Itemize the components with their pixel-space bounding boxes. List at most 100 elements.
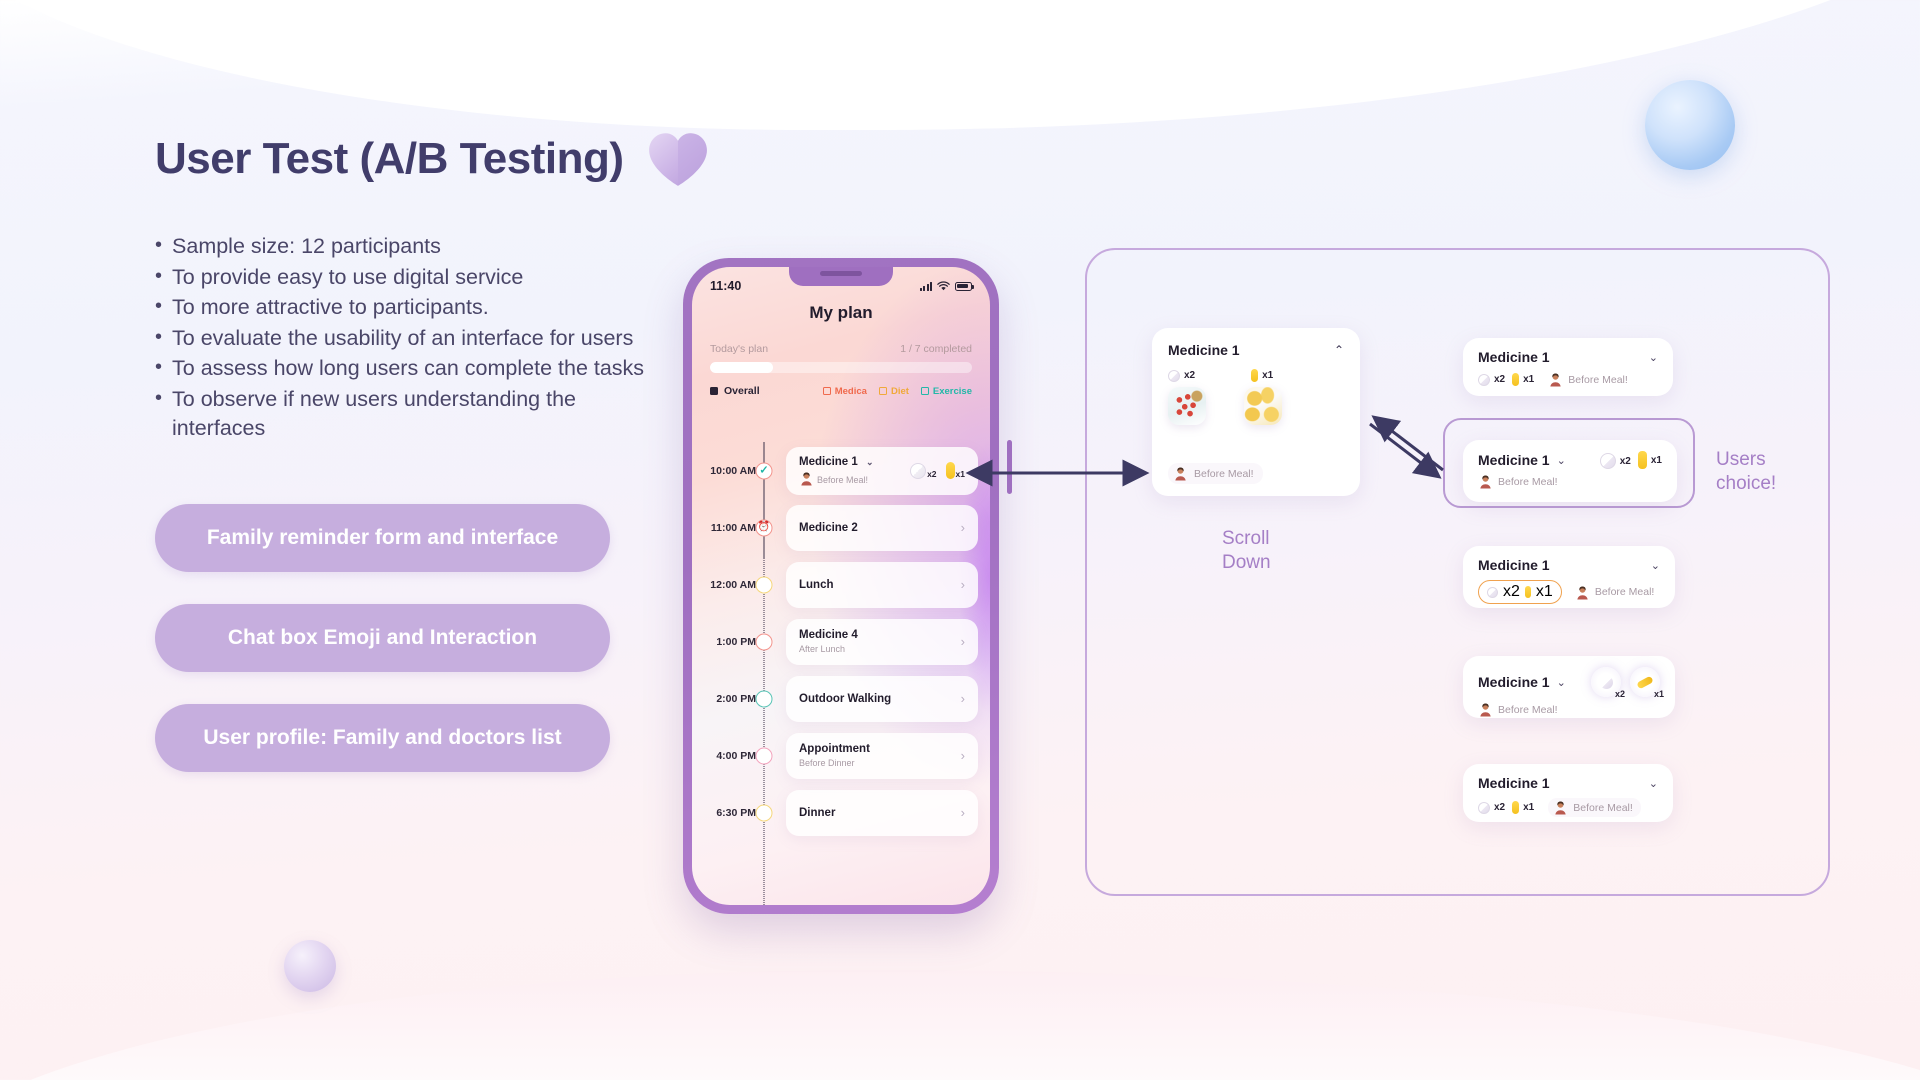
timeline-card-outdoor-walking[interactable]: Outdoor Walking ›: [786, 675, 978, 722]
chevron-down-icon[interactable]: ⌄: [1557, 454, 1566, 467]
meal-tag-label: Before Meal!: [1594, 586, 1655, 598]
bullet-dot: •: [155, 386, 163, 409]
legend-item-exercise[interactable]: Exercise: [920, 385, 972, 397]
bullet-dot: •: [155, 264, 163, 287]
yellow-pills-photo[interactable]: [1244, 387, 1282, 425]
white-pill-icon: [1599, 453, 1616, 469]
timeline-card-dinner[interactable]: Dinner ›: [786, 789, 978, 836]
chevron-down-icon[interactable]: ⌄: [1649, 777, 1658, 790]
scenario-button-family-reminder[interactable]: Family reminder form and interface: [155, 504, 610, 573]
timeline-row[interactable]: 4:00 PM Appointment Before Dinner ›: [692, 727, 990, 784]
timeline-card-appointment[interactable]: Appointment Before Dinner ›: [786, 732, 978, 779]
timeline-time: 2:00 PM: [716, 692, 756, 705]
timeline-card-lunch[interactable]: Lunch ›: [786, 561, 978, 608]
legend-item-label: Exercise: [932, 385, 972, 397]
timeline-row[interactable]: 12:00 AM Lunch ›: [692, 556, 990, 613]
annotation-users-choice: Users choice!: [1716, 448, 1776, 496]
chevron-up-icon[interactable]: ⌃: [1334, 343, 1344, 357]
timeline-card-text: Medicine 4 After Lunch: [799, 629, 858, 654]
annotation-line: Scroll: [1222, 528, 1270, 549]
scenario-button-chat-box[interactable]: Chat box Emoji and Interaction: [155, 604, 610, 673]
person-avatar-icon: [1550, 373, 1561, 387]
timeline-card-title: Medicine 4: [799, 629, 858, 641]
card-medicine-expanded[interactable]: Medicine 1 ⌃ x2 x1 Before Meal!: [1152, 328, 1360, 496]
meal-tag-label: Before Meal!: [1498, 703, 1558, 716]
list-item-label: To provide easy to use digital service: [172, 264, 524, 289]
variant-body: x2 x1 Before Meal!: [1478, 580, 1660, 604]
timeline-card-title: Appointment: [799, 743, 870, 755]
legend-item-medica[interactable]: Medica: [822, 385, 867, 397]
plan-legend: Overall Medica Diet Exercise: [710, 385, 972, 397]
timeline-time: 10:00 AM: [710, 464, 756, 477]
timeline-row[interactable]: 10:00 AM ✓ Medicine 1 ⌄ Before Meal! x2 …: [692, 442, 990, 499]
chevron-down-icon[interactable]: ⌄: [1557, 676, 1566, 689]
timeline-row[interactable]: 2:00 PM Outdoor Walking ›: [692, 670, 990, 727]
list-item-label: To assess how long users can complete th…: [172, 356, 645, 381]
timeline-row[interactable]: 1:00 PM Medicine 4 After Lunch ›: [692, 613, 990, 670]
timeline-card-medicine-4[interactable]: Medicine 4 After Lunch ›: [786, 618, 978, 665]
chevron-down-icon[interactable]: ⌄: [1649, 351, 1658, 364]
variant-title: Medicine 1: [1478, 557, 1550, 573]
meal-tag-label: Before Meal!: [1573, 801, 1633, 814]
card-variant-5[interactable]: Medicine 1 ⌄ x2 x1 Before Meal!: [1463, 764, 1673, 822]
person-avatar-icon: [1577, 586, 1588, 600]
list-item: • To provide easy to use digital service: [155, 263, 655, 292]
phone-side-button[interactable]: [1007, 440, 1012, 494]
chevron-right-icon[interactable]: ›: [961, 748, 965, 763]
phone-screen-title: My plan: [809, 303, 873, 322]
legend-item-label: Medica: [834, 385, 867, 397]
chevron-right-icon[interactable]: ›: [961, 520, 965, 535]
chevron-right-icon[interactable]: ›: [961, 805, 965, 820]
timeline-card-doses: x2 x1: [910, 462, 965, 479]
legend-overall[interactable]: Overall: [710, 385, 760, 397]
chevron-down-icon[interactable]: ⌄: [866, 457, 874, 467]
annotation-scroll-down: Scroll Down: [1222, 527, 1271, 575]
timeline-card-medicine-2[interactable]: Medicine 2 ›: [786, 504, 978, 551]
timeline-time: 6:30 PM: [716, 806, 756, 819]
card-variant-1[interactable]: Medicine 1 ⌄ x2 x1 Before Meal!: [1463, 338, 1673, 396]
card-variant-4[interactable]: Medicine 1 ⌄ x2 x1 Before Meal!: [1463, 656, 1675, 718]
dose-quantity: x1: [1535, 583, 1553, 600]
white-pill-icon: [1478, 801, 1490, 814]
timeline-time: 1:00 PM: [716, 635, 756, 648]
dose-yellow-capsule: x1: [1630, 667, 1664, 699]
meal-tag: Before Meal!: [1575, 585, 1655, 600]
list-item-label: To evaluate the usability of an interfac…: [172, 325, 634, 350]
variant-header: Medicine 1 ⌄: [1478, 557, 1660, 573]
person-avatar-icon: [1480, 703, 1491, 717]
annotation-line: Down: [1222, 551, 1271, 573]
chevron-right-icon[interactable]: ›: [961, 691, 965, 706]
scenario-button-user-profile[interactable]: User profile: Family and doctors list: [155, 704, 610, 773]
page-title: User Test (A/B Testing): [155, 134, 624, 183]
timeline-card-medicine-1[interactable]: Medicine 1 ⌄ Before Meal! x2 x1: [786, 446, 978, 495]
timeline-card-sub: Before Dinner: [799, 758, 855, 768]
dose-group: x2 x1: [1478, 373, 1534, 386]
timeline-card-title: Dinner: [799, 806, 836, 819]
white-pill-icon: [1168, 369, 1180, 382]
legend-item-diet[interactable]: Diet: [878, 386, 909, 397]
red-capsules-photo[interactable]: [1168, 387, 1206, 425]
purple-orb-decoration: [284, 940, 336, 992]
dose-quantity: x2: [1494, 802, 1506, 813]
timeline-row[interactable]: 11:00 AM ⏰ Medicine 2 ›: [692, 499, 990, 556]
chevron-right-icon[interactable]: ›: [961, 634, 965, 649]
chevron-down-icon[interactable]: ⌄: [1651, 559, 1660, 572]
card-variant-2[interactable]: Medicine 1 ⌄ x2 x1 Before Meal!: [1463, 440, 1677, 502]
expanded-card-meal-tag: Before Meal!: [1168, 463, 1263, 484]
card-variant-3[interactable]: Medicine 1 ⌄ x2 x1 Before Meal!: [1463, 546, 1675, 608]
exercise-square-icon: [920, 387, 929, 395]
variant-title: Medicine 1: [1478, 452, 1550, 468]
timeline-node: [755, 633, 773, 650]
timeline-node-check-icon: ✓: [755, 462, 773, 479]
dose-group: x2 x1: [1599, 451, 1662, 469]
timeline-card-sub: Before Meal!: [799, 471, 874, 486]
todays-plan-label: Today's plan: [710, 343, 769, 355]
legend-categories: Medica Diet Exercise: [822, 385, 972, 397]
timeline-node-alarm-icon: ⏰: [755, 519, 773, 536]
check-icon: ✓: [759, 464, 769, 476]
dose-quantity: x2: [1619, 455, 1631, 467]
chevron-right-icon[interactable]: ›: [961, 577, 965, 592]
dose-white-pill: x2: [910, 463, 937, 479]
timeline-node: [755, 690, 773, 707]
timeline-row[interactable]: 6:30 PM Dinner ›: [692, 784, 990, 841]
